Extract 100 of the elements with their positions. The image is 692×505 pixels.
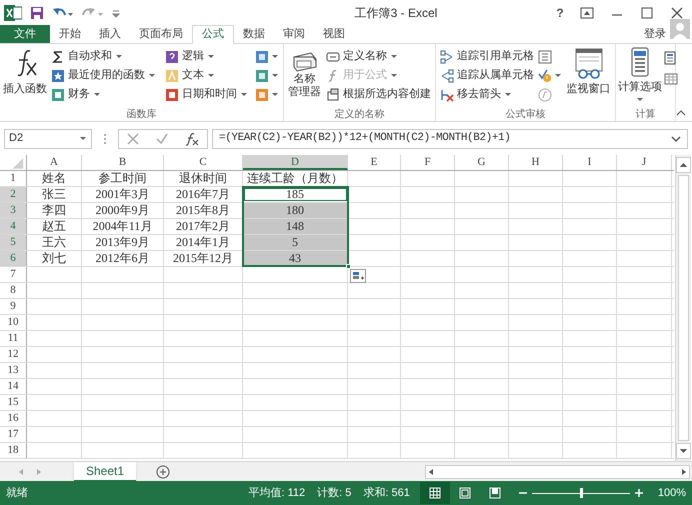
collapse-ribbon-icon[interactable] xyxy=(676,109,686,117)
column-header[interactable]: I xyxy=(563,155,617,170)
row-header[interactable]: 4 xyxy=(0,219,27,234)
question-icon xyxy=(165,50,179,64)
column-header[interactable]: J xyxy=(617,155,672,170)
ribbon-tab[interactable]: 视图 xyxy=(314,25,354,43)
sign-in-link[interactable]: 登录 xyxy=(644,26,666,42)
table-cell: 2015年12月 xyxy=(164,251,243,266)
vertical-scrollbar[interactable] xyxy=(675,155,691,461)
caret-icon xyxy=(207,53,215,60)
row-header[interactable]: 3 xyxy=(0,203,27,218)
table-cell: 王六 xyxy=(27,235,82,250)
insert-function-button[interactable]: 插入函数 xyxy=(3,47,47,107)
slider-thumb[interactable] xyxy=(580,488,583,498)
column-header[interactable]: H xyxy=(509,155,563,170)
caret-icon xyxy=(271,53,279,60)
normal-view-icon[interactable] xyxy=(420,482,450,504)
insert-function-icon[interactable] xyxy=(184,132,200,146)
calculation-options-button[interactable]: 计算选项 xyxy=(619,47,661,107)
table-cell: 退休时间 xyxy=(164,171,243,186)
ribbon-tab[interactable]: 插入 xyxy=(90,25,130,43)
row-header[interactable]: 9 xyxy=(0,299,27,314)
row-header[interactable]: 16 xyxy=(0,411,27,426)
row-header[interactable]: 7 xyxy=(0,267,27,282)
ribbon-tab[interactable]: 页面布局 xyxy=(130,25,192,43)
new-sheet-icon[interactable] xyxy=(156,464,170,478)
ribbon-display-icon[interactable] xyxy=(580,6,594,18)
help-button[interactable]: ? xyxy=(552,4,568,22)
horizontal-scrollbar[interactable] xyxy=(425,464,690,478)
row-header[interactable]: 11 xyxy=(0,331,27,346)
caret-icon xyxy=(93,91,101,98)
table-cell: 2017年2月 xyxy=(164,219,243,234)
label-icon xyxy=(326,50,340,64)
table-cell: 参工时间 xyxy=(82,171,164,186)
caret-icon xyxy=(148,72,156,79)
row-header[interactable]: 1 xyxy=(0,171,27,186)
ribbon-button[interactable]: 自动求和 xyxy=(50,47,157,66)
table-cell: 赵五 xyxy=(27,219,82,234)
ribbon-button[interactable]: 追踪从属单元格 xyxy=(439,66,535,85)
fill-handle[interactable] xyxy=(346,264,351,269)
file-menu-button[interactable]: 文件 xyxy=(0,25,50,43)
column-header[interactable]: A xyxy=(27,155,82,170)
row-header[interactable]: 17 xyxy=(0,427,27,442)
sheet-tab[interactable]: Sheet1 xyxy=(74,462,136,482)
ribbon-tab[interactable]: 开始 xyxy=(50,25,90,43)
ribbon-button[interactable]: 移去箭头 xyxy=(439,85,535,104)
caret-icon xyxy=(554,72,562,79)
row-header[interactable]: 12 xyxy=(0,347,27,362)
ribbon-button[interactable]: 定义名称 xyxy=(325,47,432,66)
save-icon[interactable] xyxy=(30,6,44,20)
ribbon-button[interactable]: 最近使用的函数 xyxy=(50,66,157,85)
ribbon-button[interactable]: 追踪引用单元格 xyxy=(439,47,535,66)
calculate-sheet-icon[interactable] xyxy=(664,73,678,85)
watch-window-icon xyxy=(572,47,604,81)
column-header[interactable]: F xyxy=(401,155,455,170)
watch-window-button[interactable]: 监视窗口 xyxy=(565,47,612,107)
zoom-in-icon[interactable] xyxy=(634,488,644,498)
caret-icon xyxy=(271,72,279,79)
ribbon-tab[interactable]: 审阅 xyxy=(274,25,314,43)
ribbon-button[interactable]: 日期和时间 xyxy=(164,85,249,104)
column-header[interactable]: E xyxy=(348,155,401,170)
row-header[interactable]: 8 xyxy=(0,283,27,298)
star-icon xyxy=(51,68,65,82)
ribbon-button[interactable]: 根据所选内容创建 xyxy=(325,85,432,104)
maximize-icon[interactable] xyxy=(640,6,654,18)
trace-precedents-icon xyxy=(440,50,454,64)
row-header[interactable]: 18 xyxy=(0,443,27,458)
ribbon-button[interactable]: 文本 xyxy=(164,66,249,85)
table-cell: 刘七 xyxy=(27,251,82,266)
zoom-slider[interactable] xyxy=(532,488,630,498)
quick-analysis-icon[interactable] xyxy=(350,269,366,283)
check-warning-icon xyxy=(538,68,552,82)
column-header[interactable]: D xyxy=(243,155,348,170)
row-header[interactable]: 6 xyxy=(0,251,27,266)
row-header[interactable]: 14 xyxy=(0,379,27,394)
caret-icon xyxy=(504,91,512,98)
formula-sheet-icon xyxy=(538,50,552,64)
name-box[interactable]: D2 xyxy=(4,128,92,148)
row-header[interactable]: 5 xyxy=(0,235,27,250)
ribbon-button[interactable]: 财务 xyxy=(50,85,157,104)
sigma-icon xyxy=(51,50,65,64)
table-cell: 2000年9月 xyxy=(82,203,164,218)
calculate-now-icon[interactable] xyxy=(664,51,678,65)
row-header[interactable]: 15 xyxy=(0,395,27,410)
zoom-level-button[interactable]: 100% xyxy=(658,484,686,502)
row-header[interactable]: 2 xyxy=(0,187,27,202)
caret-icon xyxy=(79,135,87,142)
column-header[interactable]: G xyxy=(455,155,509,170)
row-header[interactable]: 10 xyxy=(0,315,27,330)
name-manager-button[interactable]: 名称 管理器 xyxy=(287,47,322,107)
ribbon-button[interactable]: 逻辑 xyxy=(164,47,249,66)
ledger-icon xyxy=(51,88,65,102)
row-header[interactable]: 13 xyxy=(0,363,27,378)
column-header[interactable]: B xyxy=(82,155,164,170)
formula-input-field[interactable]: =(YEAR(C2)-YEAR(B2))*12+(MONTH(C2)-MONTH(B2)+1) xyxy=(212,128,688,148)
close-icon[interactable] xyxy=(670,6,684,18)
table-cell: 2004年11月 xyxy=(82,219,164,234)
ribbon-tab[interactable]: 数据 xyxy=(234,25,274,43)
customize-toolbar-icon[interactable] xyxy=(112,8,120,18)
ribbon-tab[interactable]: 公式 xyxy=(192,25,234,44)
